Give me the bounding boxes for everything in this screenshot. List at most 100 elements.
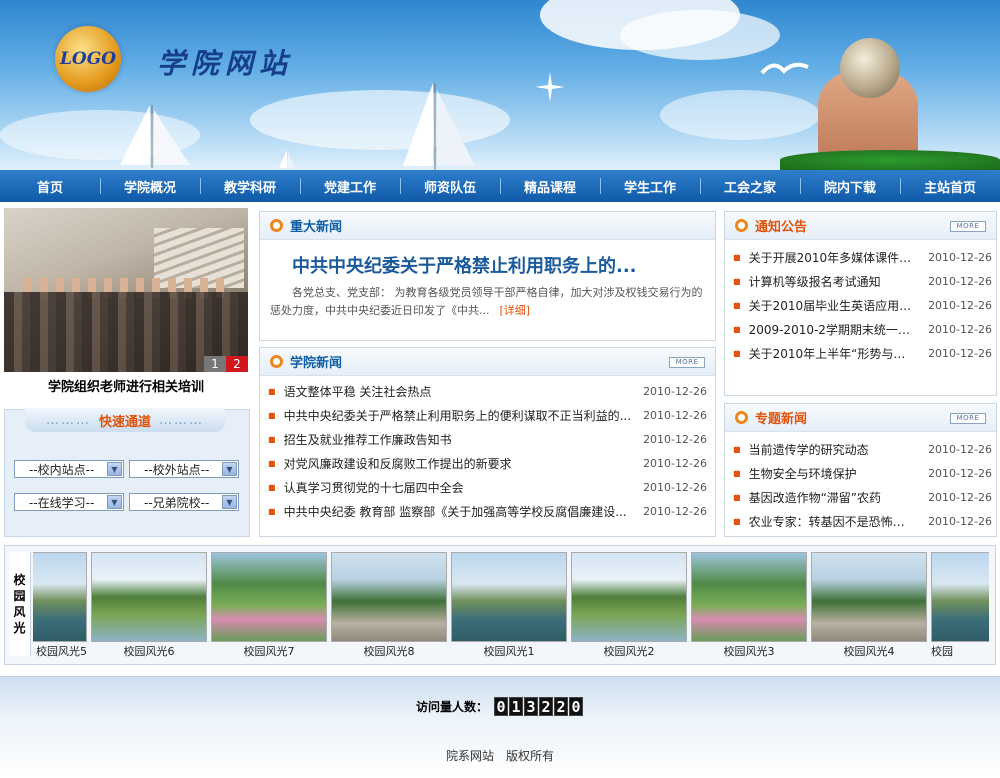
campus-photo	[811, 552, 927, 642]
bullet-icon: ■	[268, 506, 276, 516]
nav-downloads[interactable]: 院内下载	[800, 170, 900, 202]
sailboat-icon	[120, 105, 190, 168]
gallery-label: 校园风光	[9, 552, 31, 656]
bullet-icon: ■	[733, 252, 741, 262]
gallery-thumb[interactable]: 校园风光6	[91, 552, 207, 658]
gallery-label-text: 校园风光	[13, 572, 25, 636]
list-item: ■ 基因改造作物“滞留”农药 2010-12-26	[733, 490, 992, 505]
major-news-panel: 重大新闻 中共中央纪委关于严格禁止利用职务上的... 各党总支、党支部： 为教育…	[259, 211, 716, 341]
list-item: ■ 招生及就业推荐工作廉政告知书 2010-12-26	[268, 432, 707, 447]
nav-home[interactable]: 首页	[0, 170, 100, 202]
grass-image	[780, 150, 1000, 170]
nav-college-overview[interactable]: 学院概况	[100, 170, 200, 202]
list-item: ■ 关于2010届毕业生英语应用能... 2010-12-26	[733, 298, 992, 313]
sister-colleges-select[interactable]: --兄弟院校-- ▼	[129, 493, 239, 511]
bullet-icon: ■	[733, 324, 741, 334]
slideshow-caption[interactable]: 学院组织老师进行相关培训	[4, 376, 248, 395]
slide-page-2[interactable]: 2	[226, 356, 248, 372]
notices-more-button[interactable]: MORE	[950, 221, 986, 232]
notices-list: ■ 关于开展2010年多媒体课件制... 2010-12-26 ■ 计算机等级报名考试…	[725, 245, 996, 365]
visit-counter-digits: 0 1 3 2 2 0	[494, 697, 584, 716]
gallery-label-char: 光	[13, 621, 26, 635]
list-item: ■ 当前遗传学的研究动态 2010-12-26	[733, 442, 992, 457]
gallery-thumb[interactable]: 校园风光4	[811, 552, 927, 658]
bullet-icon: ■	[733, 492, 741, 502]
quick-links-panel: ……… 快速通道 ……… --校内站点-- ▼ --校外站点-- ▼ --在线学习-…	[4, 408, 250, 537]
gallery-thumb[interactable]: 校园风光1	[451, 552, 567, 658]
gallery-thumb[interactable]: 校园风光3	[691, 552, 807, 658]
detail-link[interactable]: [详细]	[500, 304, 531, 317]
chevron-down-icon: ▼	[107, 495, 122, 509]
college-news-panel: 学院新闻 MORE ■ 语文整体平稳 关注社会热点 2010-12-26 ■ 中共中央…	[259, 347, 716, 537]
nav-courses[interactable]: 精品课程	[500, 170, 600, 202]
counter-digit: 1	[509, 697, 523, 716]
nav-union[interactable]: 工会之家	[700, 170, 800, 202]
online-learning-select[interactable]: --在线学习-- ▼	[14, 493, 124, 511]
gallery-thumb[interactable]: 校园风光5	[33, 552, 87, 658]
gallery-thumb[interactable]: 校园风光2	[571, 552, 687, 658]
gallery-label-char: 园	[13, 589, 26, 603]
bullet-icon: ■	[268, 434, 276, 444]
nav-main-site[interactable]: 主站首页	[900, 170, 1000, 202]
campus-photo	[931, 552, 989, 642]
counter-digit: 3	[524, 697, 538, 716]
topic-news-panel: 专题新闻 MORE ■ 当前遗传学的研究动态 2010-12-26 ■ 生物安全与环境…	[724, 403, 997, 537]
counter-digit: 0	[569, 697, 583, 716]
list-item: ■ 生物安全与环境保护 2010-12-26	[733, 466, 992, 481]
slide-page-1[interactable]: 1	[204, 356, 226, 372]
gallery-thumb[interactable]: 校园风光7	[211, 552, 327, 658]
bullet-icon: ■	[733, 444, 741, 454]
college-news-list: ■ 语文整体平稳 关注社会热点 2010-12-26 ■ 中共中央纪委关于严格禁止利用…	[260, 379, 715, 523]
sailboat-icon	[279, 150, 295, 168]
bullet-icon: ■	[733, 276, 741, 286]
list-item: ■ 2009-2010-2学期期末统一考试... 2010-12-26	[733, 322, 992, 337]
college-news-more-button[interactable]: MORE	[669, 357, 705, 368]
external-sites-select[interactable]: --校外站点-- ▼	[129, 460, 239, 478]
bullet-icon: ■	[733, 300, 741, 310]
gallery-thumb[interactable]: 校园	[931, 552, 989, 658]
main-nav: 首页 学院概况 教学科研 党建工作 师资队伍 精品课程 学生工作 工会之家 院内…	[0, 170, 1000, 202]
chevron-down-icon: ▼	[222, 462, 237, 476]
slideshow-pager: 1 2	[204, 356, 248, 372]
nav-student-work[interactable]: 学生工作	[600, 170, 700, 202]
gallery-thumb[interactable]: 校园风光8	[331, 552, 447, 658]
campus-photo	[571, 552, 687, 642]
counter-digit: 2	[554, 697, 568, 716]
list-item: ■ 关于开展2010年多媒体课件制... 2010-12-26	[733, 250, 992, 265]
campus-photo	[331, 552, 447, 642]
major-news-summary: 各党总支、党支部： 为教育各级党员领导干部严格自律，加大对涉及权钱交易行为的惩处…	[270, 286, 703, 317]
logo[interactable]: LOGO	[55, 26, 121, 92]
college-news-title: 学院新闻	[290, 356, 343, 371]
list-item: ■ 关于2010年上半年“形势与政... 2010-12-26	[733, 346, 992, 361]
slideshow-photo[interactable]: 1 2	[4, 208, 248, 372]
campus-photo	[211, 552, 327, 642]
topic-news-list: ■ 当前遗传学的研究动态 2010-12-26 ■ 生物安全与环境保护 2010-12-…	[725, 437, 996, 533]
bullet-icon: ■	[733, 516, 741, 526]
visit-counter: 访问量人数： 0 1 3 2 2 0	[0, 697, 1000, 716]
campus-photo	[451, 552, 567, 642]
notices-title: 通知公告	[755, 220, 808, 235]
list-item: ■ 对党风廉政建设和反腐败工作提出的新要求 2010-12-26	[268, 456, 707, 471]
bullet-circle-icon	[735, 411, 748, 424]
list-item: ■ 农业专家：转基因不是恐怖分子 2010-12-26	[733, 514, 992, 529]
quick-links-title: ……… 快速通道 ………	[25, 408, 225, 432]
nav-party-work[interactable]: 党建工作	[300, 170, 400, 202]
bullet-circle-icon	[735, 219, 748, 232]
nav-teaching-research[interactable]: 教学科研	[200, 170, 300, 202]
globe-image	[840, 38, 900, 98]
topic-news-more-button[interactable]: MORE	[950, 413, 986, 424]
campus-sites-select[interactable]: --校内站点-- ▼	[14, 460, 124, 478]
nav-faculty[interactable]: 师资队伍	[400, 170, 500, 202]
major-news-headline[interactable]: 中共中央纪委关于严格禁止利用职务上的...	[292, 252, 692, 278]
counter-digit: 2	[539, 697, 553, 716]
chevron-down-icon: ▼	[107, 462, 122, 476]
bullet-icon: ■	[268, 482, 276, 492]
list-item: ■ 认真学习贯彻党的十七届四中全会 2010-12-26	[268, 480, 707, 495]
footer: 访问量人数： 0 1 3 2 2 0 院系网站 版权所有	[0, 676, 1000, 778]
bullet-icon: ■	[268, 458, 276, 468]
notices-panel: 通知公告 MORE ■ 关于开展2010年多媒体课件制... 2010-12-26 …	[724, 211, 997, 396]
bullet-icon: ■	[733, 468, 741, 478]
campus-photo	[91, 552, 207, 642]
sailboat-icon	[403, 83, 475, 170]
campus-gallery: 校园风光 校园风光5 校园风光6 校园风光7 校园风光8 校园风光1 校园风光2…	[4, 545, 996, 665]
